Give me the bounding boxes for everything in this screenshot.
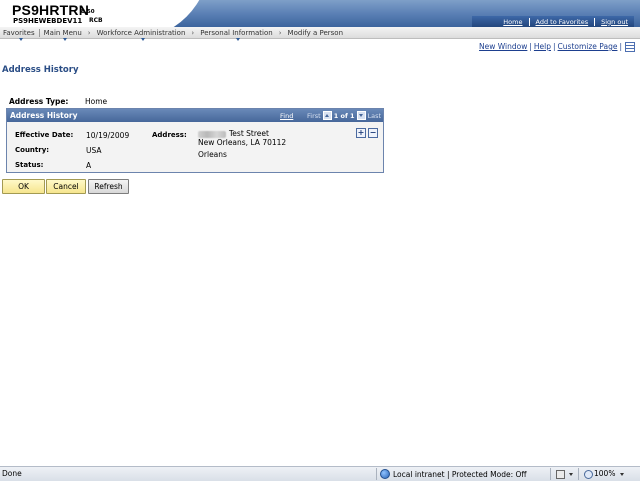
first-arrow-icon[interactable] xyxy=(322,111,332,120)
app-header: PS9HRTRN 8.50 PS9HEWEBDEV11 RCB Home Add… xyxy=(0,0,640,40)
chevron-down-icon xyxy=(236,37,241,41)
address-type-label: Address Type: xyxy=(9,97,69,106)
chevron-down-icon[interactable] xyxy=(620,473,624,476)
row-count: 1 of 1 xyxy=(333,111,355,120)
delete-row-button[interactable]: − xyxy=(368,128,378,138)
breadcrumb-workforce-administration[interactable]: Workforce Administration xyxy=(94,28,189,41)
security-icon[interactable] xyxy=(556,470,565,479)
address-street: Test Street xyxy=(229,129,269,138)
main-menu[interactable]: Main Menu xyxy=(41,28,85,41)
address-line-2: New Orleans, LA 70112 xyxy=(198,138,287,147)
last-arrow-icon[interactable] xyxy=(356,111,366,120)
chevron-down-icon xyxy=(141,37,145,41)
status-text: Done xyxy=(2,469,22,478)
refresh-button[interactable]: Refresh xyxy=(88,179,129,194)
system-version: 8.50 xyxy=(81,9,95,15)
status-divider xyxy=(376,468,377,480)
breadcrumb-arrow-icon: › xyxy=(278,28,282,37)
page-layout-icon[interactable] xyxy=(625,42,635,52)
first-label: First xyxy=(307,111,321,120)
address-history-grid: Address History Find First 1 of 1 Last E… xyxy=(6,108,384,173)
zoom-level[interactable]: 100% xyxy=(594,469,615,478)
breadcrumb-arrow-icon: › xyxy=(87,28,91,37)
page-title: Address History xyxy=(2,65,79,75)
chevron-down-icon xyxy=(18,37,23,41)
security-zone[interactable]: Local intranet | Protected Mode: Off xyxy=(380,469,527,479)
breadcrumb-arrow-icon: › xyxy=(191,28,195,37)
system-name: PS9HRTRN xyxy=(12,2,90,18)
zone-text: Local intranet | Protected Mode: Off xyxy=(393,469,527,479)
address-label: Address: xyxy=(152,131,187,139)
favorites-menu-label: Favorites xyxy=(3,28,35,37)
last-label: Last xyxy=(367,111,382,120)
home-link[interactable]: Home xyxy=(497,18,528,26)
add-to-favorites-link[interactable]: Add to Favorites xyxy=(530,18,595,26)
add-row-button[interactable]: + xyxy=(356,128,366,138)
zoom-icon[interactable] xyxy=(584,470,593,479)
effective-date-label: Effective Date: xyxy=(15,131,74,139)
top-links: Home Add to Favorites Sign out xyxy=(472,16,634,27)
status-divider xyxy=(578,468,579,480)
redacted-house-number xyxy=(198,130,226,138)
country-label: Country: xyxy=(15,146,50,154)
menu-bar: Favorites Main Menu › Workforce Administ… xyxy=(0,27,640,41)
menu-separator xyxy=(38,28,40,37)
page-links: New Window | Help | Customize Page | xyxy=(479,42,624,51)
favorites-menu[interactable]: Favorites xyxy=(0,28,38,41)
help-link[interactable]: Help xyxy=(534,42,551,51)
browser-status-bar: Done Local intranet | Protected Mode: Of… xyxy=(0,466,640,481)
ok-button[interactable]: OK xyxy=(2,179,45,194)
database-name: PS9HEWEBDEV11 xyxy=(13,17,83,25)
grid-title: Address History xyxy=(10,111,78,120)
status-divider xyxy=(550,468,551,480)
globe-icon xyxy=(380,469,390,479)
status-label: Status: xyxy=(15,161,44,169)
breadcrumb-label: Workforce Administration xyxy=(96,28,186,37)
customize-page-link[interactable]: Customize Page xyxy=(558,42,618,51)
breadcrumb-modify-a-person: Modify a Person xyxy=(285,29,346,37)
chevron-down-icon xyxy=(62,37,67,41)
breadcrumb-personal-information[interactable]: Personal Information xyxy=(197,28,276,41)
user-id: RCB xyxy=(89,17,103,24)
grid-header: Address History Find First 1 of 1 Last xyxy=(7,109,383,122)
new-window-link[interactable]: New Window xyxy=(479,42,527,51)
address-type-value: Home xyxy=(85,97,108,106)
address-line-1: Test Street xyxy=(198,129,269,138)
address-line-3: Orleans xyxy=(198,150,227,159)
cancel-button[interactable]: Cancel xyxy=(46,179,86,194)
effective-date-value: 10/19/2009 xyxy=(86,131,130,140)
breadcrumb-label: Modify a Person xyxy=(287,28,344,37)
grid-navigation: First 1 of 1 Last xyxy=(307,111,381,120)
country-value: USA xyxy=(86,146,102,155)
breadcrumb-label: Personal Information xyxy=(200,28,273,37)
link-separator: | xyxy=(619,42,622,51)
chevron-down-icon[interactable] xyxy=(569,473,573,476)
status-value: A xyxy=(86,161,92,170)
sign-out-link[interactable]: Sign out xyxy=(595,18,634,26)
main-menu-label: Main Menu xyxy=(43,28,82,37)
find-link[interactable]: Find xyxy=(280,112,293,120)
